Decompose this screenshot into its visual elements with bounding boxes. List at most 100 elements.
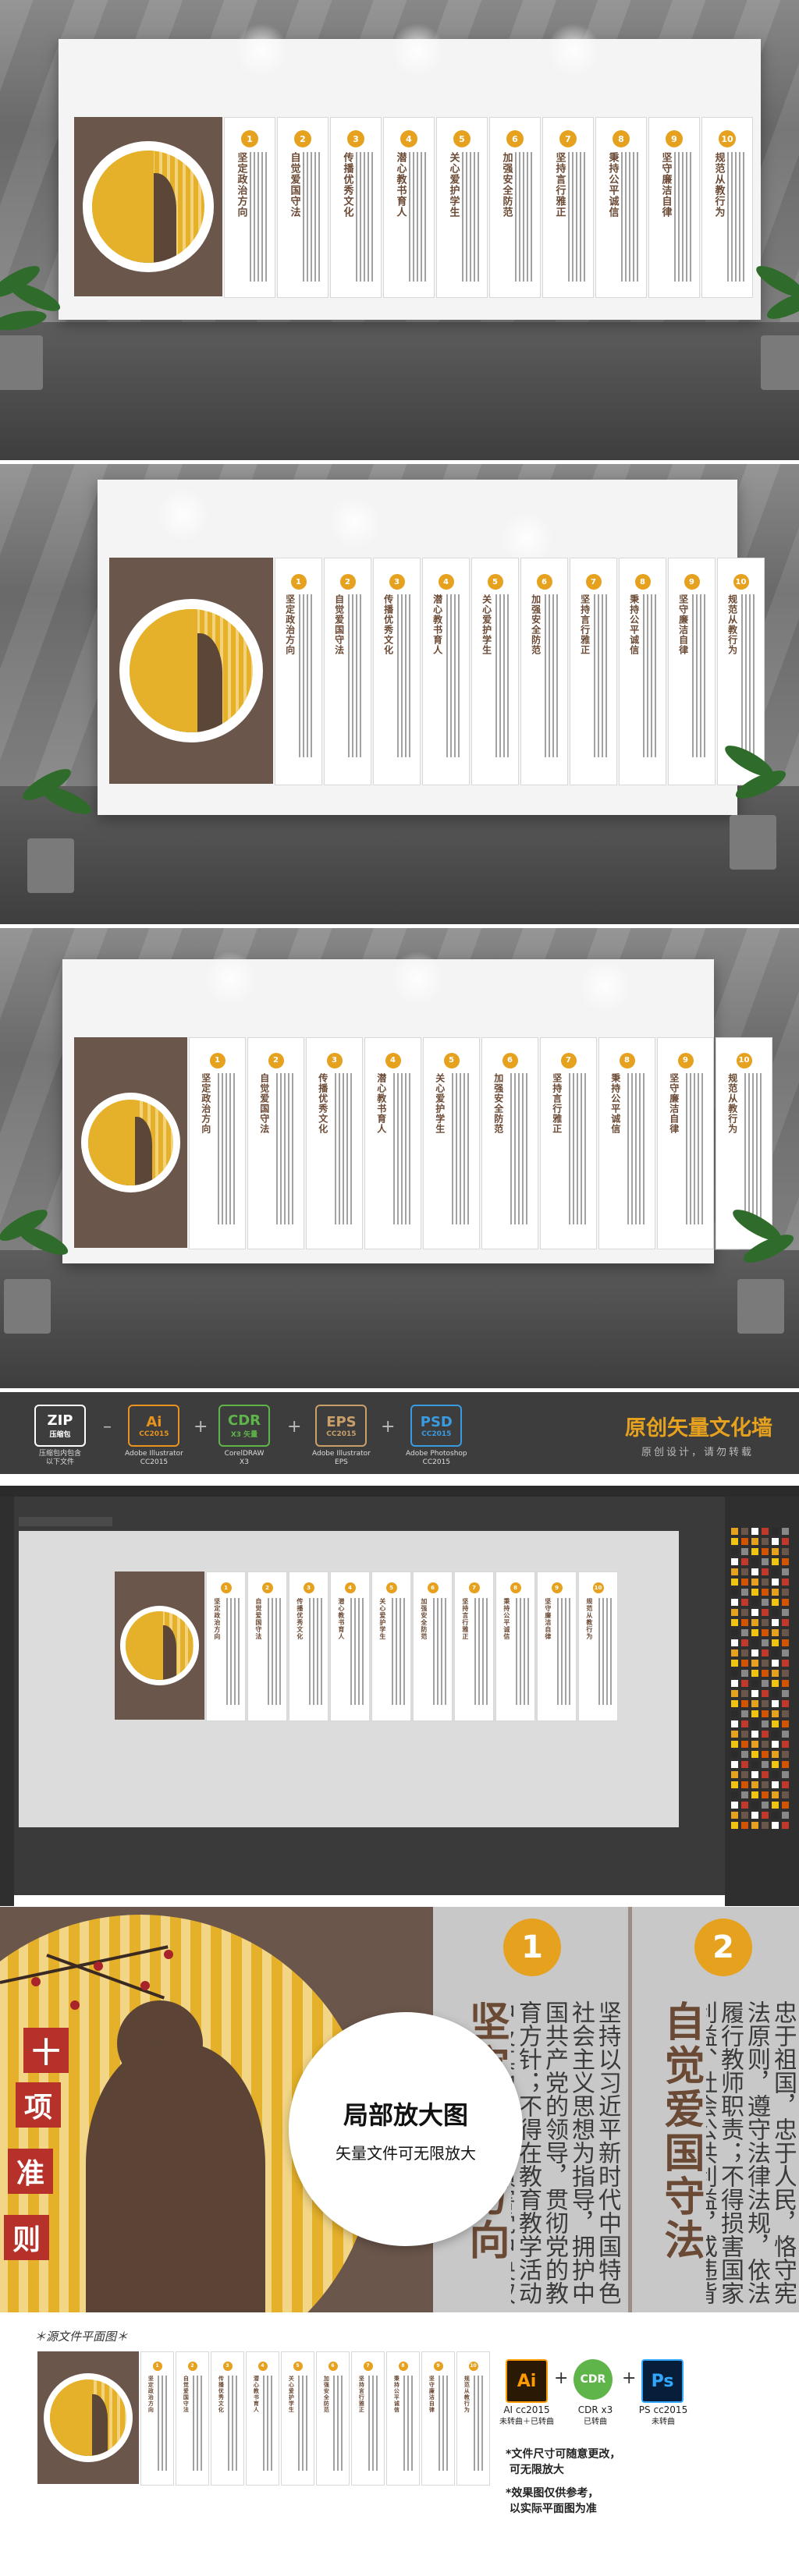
color-swatch[interactable]: [772, 1649, 779, 1657]
color-swatch[interactable]: [772, 1589, 779, 1596]
color-swatch[interactable]: [751, 1609, 758, 1616]
color-swatch[interactable]: [751, 1670, 758, 1677]
color-swatch[interactable]: [741, 1649, 748, 1657]
color-swatch[interactable]: [772, 1660, 779, 1667]
color-swatch[interactable]: [731, 1629, 738, 1636]
color-swatch[interactable]: [741, 1720, 748, 1727]
color-swatch[interactable]: [782, 1791, 789, 1798]
color-swatch[interactable]: [782, 1599, 789, 1606]
color-swatch[interactable]: [741, 1619, 748, 1626]
color-swatch[interactable]: [731, 1660, 738, 1667]
color-swatch[interactable]: [751, 1639, 758, 1646]
color-swatch[interactable]: [762, 1680, 769, 1687]
color-swatch[interactable]: [772, 1720, 779, 1727]
color-swatch[interactable]: [782, 1649, 789, 1657]
color-swatch[interactable]: [782, 1629, 789, 1636]
color-swatch[interactable]: [772, 1528, 779, 1535]
color-swatch[interactable]: [772, 1781, 779, 1788]
color-swatch[interactable]: [762, 1619, 769, 1626]
color-swatch[interactable]: [762, 1568, 769, 1575]
color-swatch[interactable]: [731, 1791, 738, 1798]
color-swatch[interactable]: [731, 1558, 738, 1565]
color-swatch[interactable]: [751, 1548, 758, 1555]
color-swatch[interactable]: [731, 1710, 738, 1717]
color-swatch[interactable]: [731, 1568, 738, 1575]
color-swatch[interactable]: [751, 1700, 758, 1707]
color-swatch[interactable]: [741, 1771, 748, 1778]
color-swatch[interactable]: [772, 1802, 779, 1809]
color-swatch[interactable]: [751, 1720, 758, 1727]
color-swatch[interactable]: [782, 1781, 789, 1788]
color-swatch[interactable]: [762, 1538, 769, 1545]
color-swatch[interactable]: [762, 1660, 769, 1667]
color-swatch[interactable]: [762, 1558, 769, 1565]
color-swatch[interactable]: [731, 1822, 738, 1829]
color-swatch[interactable]: [782, 1619, 789, 1626]
color-swatch[interactable]: [751, 1599, 758, 1606]
color-swatch[interactable]: [762, 1599, 769, 1606]
color-swatch[interactable]: [782, 1670, 789, 1677]
color-swatch[interactable]: [762, 1720, 769, 1727]
color-swatch[interactable]: [731, 1649, 738, 1657]
color-swatch[interactable]: [751, 1771, 758, 1778]
color-swatch[interactable]: [731, 1670, 738, 1677]
color-swatch[interactable]: [751, 1629, 758, 1636]
color-swatch[interactable]: [741, 1781, 748, 1788]
color-swatch[interactable]: [751, 1568, 758, 1575]
color-swatch[interactable]: [762, 1791, 769, 1798]
color-swatch[interactable]: [762, 1812, 769, 1819]
color-swatch[interactable]: [772, 1771, 779, 1778]
color-swatch[interactable]: [741, 1761, 748, 1768]
color-swatch[interactable]: [751, 1710, 758, 1717]
color-swatch[interactable]: [762, 1751, 769, 1758]
color-swatch[interactable]: [741, 1558, 748, 1565]
color-swatch[interactable]: [762, 1700, 769, 1707]
color-swatch[interactable]: [751, 1751, 758, 1758]
color-swatch[interactable]: [741, 1670, 748, 1677]
color-swatch[interactable]: [772, 1609, 779, 1616]
color-swatch[interactable]: [772, 1751, 779, 1758]
color-swatch[interactable]: [782, 1639, 789, 1646]
color-swatch[interactable]: [782, 1660, 789, 1667]
color-swatch[interactable]: [762, 1579, 769, 1586]
color-swatch[interactable]: [751, 1822, 758, 1829]
color-swatch[interactable]: [762, 1690, 769, 1697]
color-swatch[interactable]: [741, 1579, 748, 1586]
color-swatch[interactable]: [751, 1781, 758, 1788]
color-swatch[interactable]: [741, 1680, 748, 1687]
color-swatch[interactable]: [731, 1761, 738, 1768]
color-swatch[interactable]: [731, 1781, 738, 1788]
color-swatch[interactable]: [772, 1812, 779, 1819]
color-swatch[interactable]: [772, 1568, 779, 1575]
color-swatch[interactable]: [751, 1660, 758, 1667]
color-swatch[interactable]: [741, 1548, 748, 1555]
color-swatch[interactable]: [731, 1599, 738, 1606]
color-swatch[interactable]: [731, 1619, 738, 1626]
color-swatch[interactable]: [731, 1609, 738, 1616]
color-swatch[interactable]: [782, 1731, 789, 1738]
color-swatch[interactable]: [751, 1589, 758, 1596]
color-swatch[interactable]: [762, 1670, 769, 1677]
color-swatch[interactable]: [741, 1690, 748, 1697]
color-swatch[interactable]: [741, 1710, 748, 1717]
color-swatch[interactable]: [731, 1538, 738, 1545]
color-swatch[interactable]: [772, 1761, 779, 1768]
color-swatch[interactable]: [762, 1802, 769, 1809]
color-swatch[interactable]: [741, 1639, 748, 1646]
color-swatch[interactable]: [782, 1548, 789, 1555]
color-swatch[interactable]: [731, 1589, 738, 1596]
color-swatch[interactable]: [751, 1558, 758, 1565]
color-swatch[interactable]: [782, 1761, 789, 1768]
color-swatch[interactable]: [762, 1649, 769, 1657]
color-swatch[interactable]: [762, 1528, 769, 1535]
color-swatch[interactable]: [751, 1741, 758, 1748]
color-swatch[interactable]: [741, 1751, 748, 1758]
color-swatch[interactable]: [731, 1802, 738, 1809]
color-swatch[interactable]: [772, 1599, 779, 1606]
color-swatch[interactable]: [772, 1579, 779, 1586]
color-swatch[interactable]: [741, 1741, 748, 1748]
color-swatch[interactable]: [782, 1690, 789, 1697]
color-swatch[interactable]: [751, 1731, 758, 1738]
color-swatch[interactable]: [772, 1690, 779, 1697]
color-swatch[interactable]: [731, 1751, 738, 1758]
